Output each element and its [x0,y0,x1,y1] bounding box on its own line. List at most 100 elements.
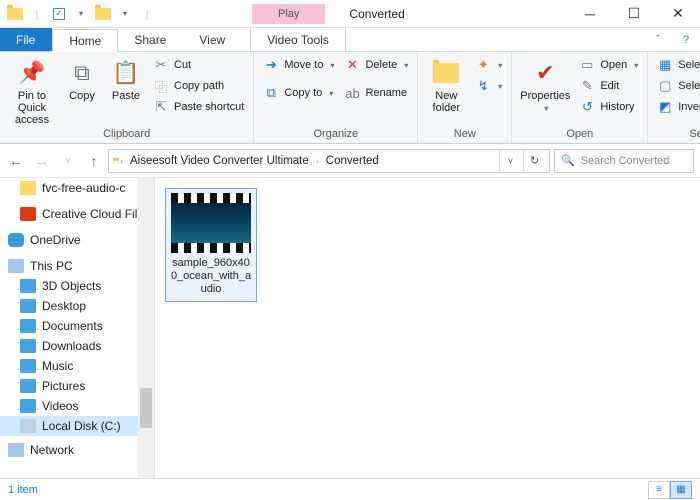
tab-video-tools[interactable]: Video Tools [250,28,346,51]
video-thumbnail [171,193,251,253]
copy-path-button[interactable]: ⿻Copy path [150,77,247,95]
group-label: Open [518,128,641,142]
tab-view[interactable]: View [183,28,242,51]
breadcrumb-seg[interactable]: Aiseesoft Video Converter Ultimate [130,155,309,167]
group-label: Organize [260,128,411,142]
move-to-button[interactable]: ➔Move to▾ [260,56,337,74]
label: Cut [174,59,191,71]
tree-item[interactable]: Documents [0,316,154,336]
group-label: New [424,128,505,142]
tree-item[interactable]: Desktop [0,296,154,316]
label: History [600,101,634,113]
tree-item[interactable]: Pictures [0,376,154,396]
tree-item-onedrive[interactable]: OneDrive [0,230,154,250]
tree-item-localdisk[interactable]: Local Disk (C:) [0,416,154,436]
copy-to-icon: ⧉ [263,85,279,101]
ribbon-group-organize: ➔Move to▾ ⧉Copy to▾ ✕Delete▾ ab Rename Or… [254,52,418,143]
label: Paste shortcut [174,101,244,113]
details-view-button[interactable]: ≡ [648,481,670,499]
help-icon[interactable]: ? [672,28,700,51]
paste-shortcut-button[interactable]: ⇱ Paste shortcut [150,98,247,116]
select-all-button[interactable]: ▦Select all [654,56,700,74]
paste-icon: 📋 [111,58,141,88]
rename-icon: ab [344,85,360,101]
pin-quick-access-button[interactable]: 📌 Pin to Quick access [6,56,58,128]
label: Network [30,443,74,457]
view-mode-toggles: ≡ ▦ [648,481,692,499]
label: Rename [365,87,407,99]
tree-item-network[interactable]: Network [0,440,154,460]
properties-icon[interactable]: ✓ [50,5,68,23]
close-button[interactable]: ✕ [656,0,700,28]
open-icon: ▭ [579,57,595,73]
edit-icon: ✎ [579,78,595,94]
search-icon: 🔍 [561,154,575,167]
pictures-icon [20,379,36,393]
tree-scrollbar[interactable] [138,178,154,478]
refresh-button[interactable]: ↻ [523,150,545,172]
address-dropdown-icon[interactable]: ˅ [499,150,521,172]
delete-button[interactable]: ✕Delete▾ [341,56,411,74]
shortcut-icon: ⇱ [153,99,169,115]
maximize-button[interactable]: ☐ [612,0,656,28]
minimize-button[interactable]: ─ [568,0,612,28]
ribbon-collapse-icon[interactable]: ˆ [644,28,672,51]
documents-icon [20,319,36,333]
select-none-button[interactable]: ▢Select none [654,77,700,95]
back-button[interactable]: ← [6,151,26,171]
label: Music [42,359,73,373]
navigation-pane[interactable]: fvc-free-audio-c Creative Cloud Fil OneD… [0,178,155,478]
open-button[interactable]: ▭Open▾ [576,56,641,74]
desktop-icon [20,299,36,313]
tree-item[interactable]: Downloads [0,336,154,356]
tab-share[interactable]: Share [118,28,183,51]
history-button[interactable]: ↺History [576,98,641,116]
status-bar: 1 item ≡ ▦ [0,478,700,500]
address-bar[interactable]: › Aiseesoft Video Converter Ultimate › C… [108,149,550,173]
copy-button[interactable]: ⧉ Copy [62,56,102,128]
qat-dropdown-icon[interactable]: ▾ [72,5,90,23]
paste-button[interactable]: 📋 Paste [106,56,146,128]
group-label: Select [654,128,700,142]
tree-item[interactable]: 3D Objects [0,276,154,296]
ribbon-group-open: ✔ Properties ▾ ▭Open▾ ✎Edit ↺History Ope… [512,52,648,143]
label: Desktop [42,299,86,313]
breadcrumb-sep[interactable]: › [311,156,324,166]
label: Copy path [174,80,224,92]
delete-icon: ✕ [344,57,360,73]
chevron-down-icon[interactable]: ▾ [116,5,134,23]
thumbnails-view-button[interactable]: ▦ [670,481,692,499]
file-list[interactable]: sample_960x400_ocean_with_audio [155,178,700,478]
qat-overflow[interactable]: | [138,5,156,23]
tree-item[interactable]: Creative Cloud Fil [0,204,154,224]
breadcrumb-seg[interactable]: Converted [326,155,379,167]
tab-home[interactable]: Home [52,29,118,52]
cut-button[interactable]: ✂Cut [150,56,247,74]
label: New folder [426,90,466,114]
file-item[interactable]: sample_960x400_ocean_with_audio [165,188,257,302]
search-input[interactable]: 🔍 Search Converted [554,149,694,173]
properties-button[interactable]: ✔ Properties ▾ [518,56,572,116]
edit-button[interactable]: ✎Edit [576,77,641,95]
copy-to-button[interactable]: ⧉Copy to▾ [260,84,337,102]
select-all-icon: ▦ [657,57,673,73]
new-item-icon: ✦ [475,57,491,73]
rename-button[interactable]: ab Rename [341,84,411,102]
up-button[interactable]: ↑ [84,151,104,171]
easy-access-button[interactable]: ↯▾ [472,77,505,95]
new-item-button[interactable]: ✦▾ [472,56,505,74]
tree-item[interactable]: fvc-free-audio-c [0,178,154,198]
tree-item[interactable]: Videos [0,396,154,416]
recent-dropdown[interactable]: ˅ [58,151,78,171]
label: This PC [30,259,73,273]
tree-item[interactable]: Music [0,356,154,376]
label: Documents [42,319,103,333]
new-folder-button[interactable]: New folder [424,56,468,116]
forward-button[interactable]: → [32,151,52,171]
label: Paste [112,90,140,102]
tree-item-thispc[interactable]: This PC [0,256,154,276]
qat-divider: | [28,5,46,23]
invert-selection-button[interactable]: ◩Invert selection [654,98,700,116]
scrollbar-thumb[interactable] [140,388,152,428]
tab-file[interactable]: File [0,28,52,51]
